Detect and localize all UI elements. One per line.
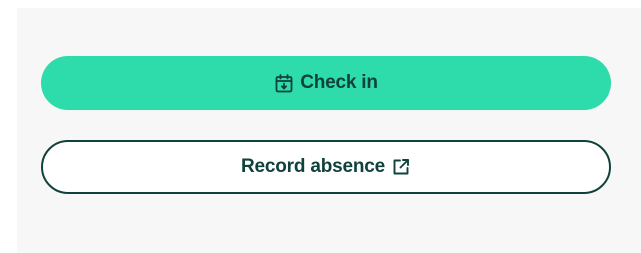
check-in-button[interactable]: Check in	[41, 56, 611, 110]
calendar-check-in-icon	[274, 73, 294, 93]
check-in-label: Check in	[300, 72, 378, 93]
external-link-icon	[391, 157, 411, 177]
record-absence-label: Record absence	[241, 156, 385, 177]
record-absence-button[interactable]: Record absence	[41, 140, 611, 194]
action-panel	[17, 8, 641, 253]
